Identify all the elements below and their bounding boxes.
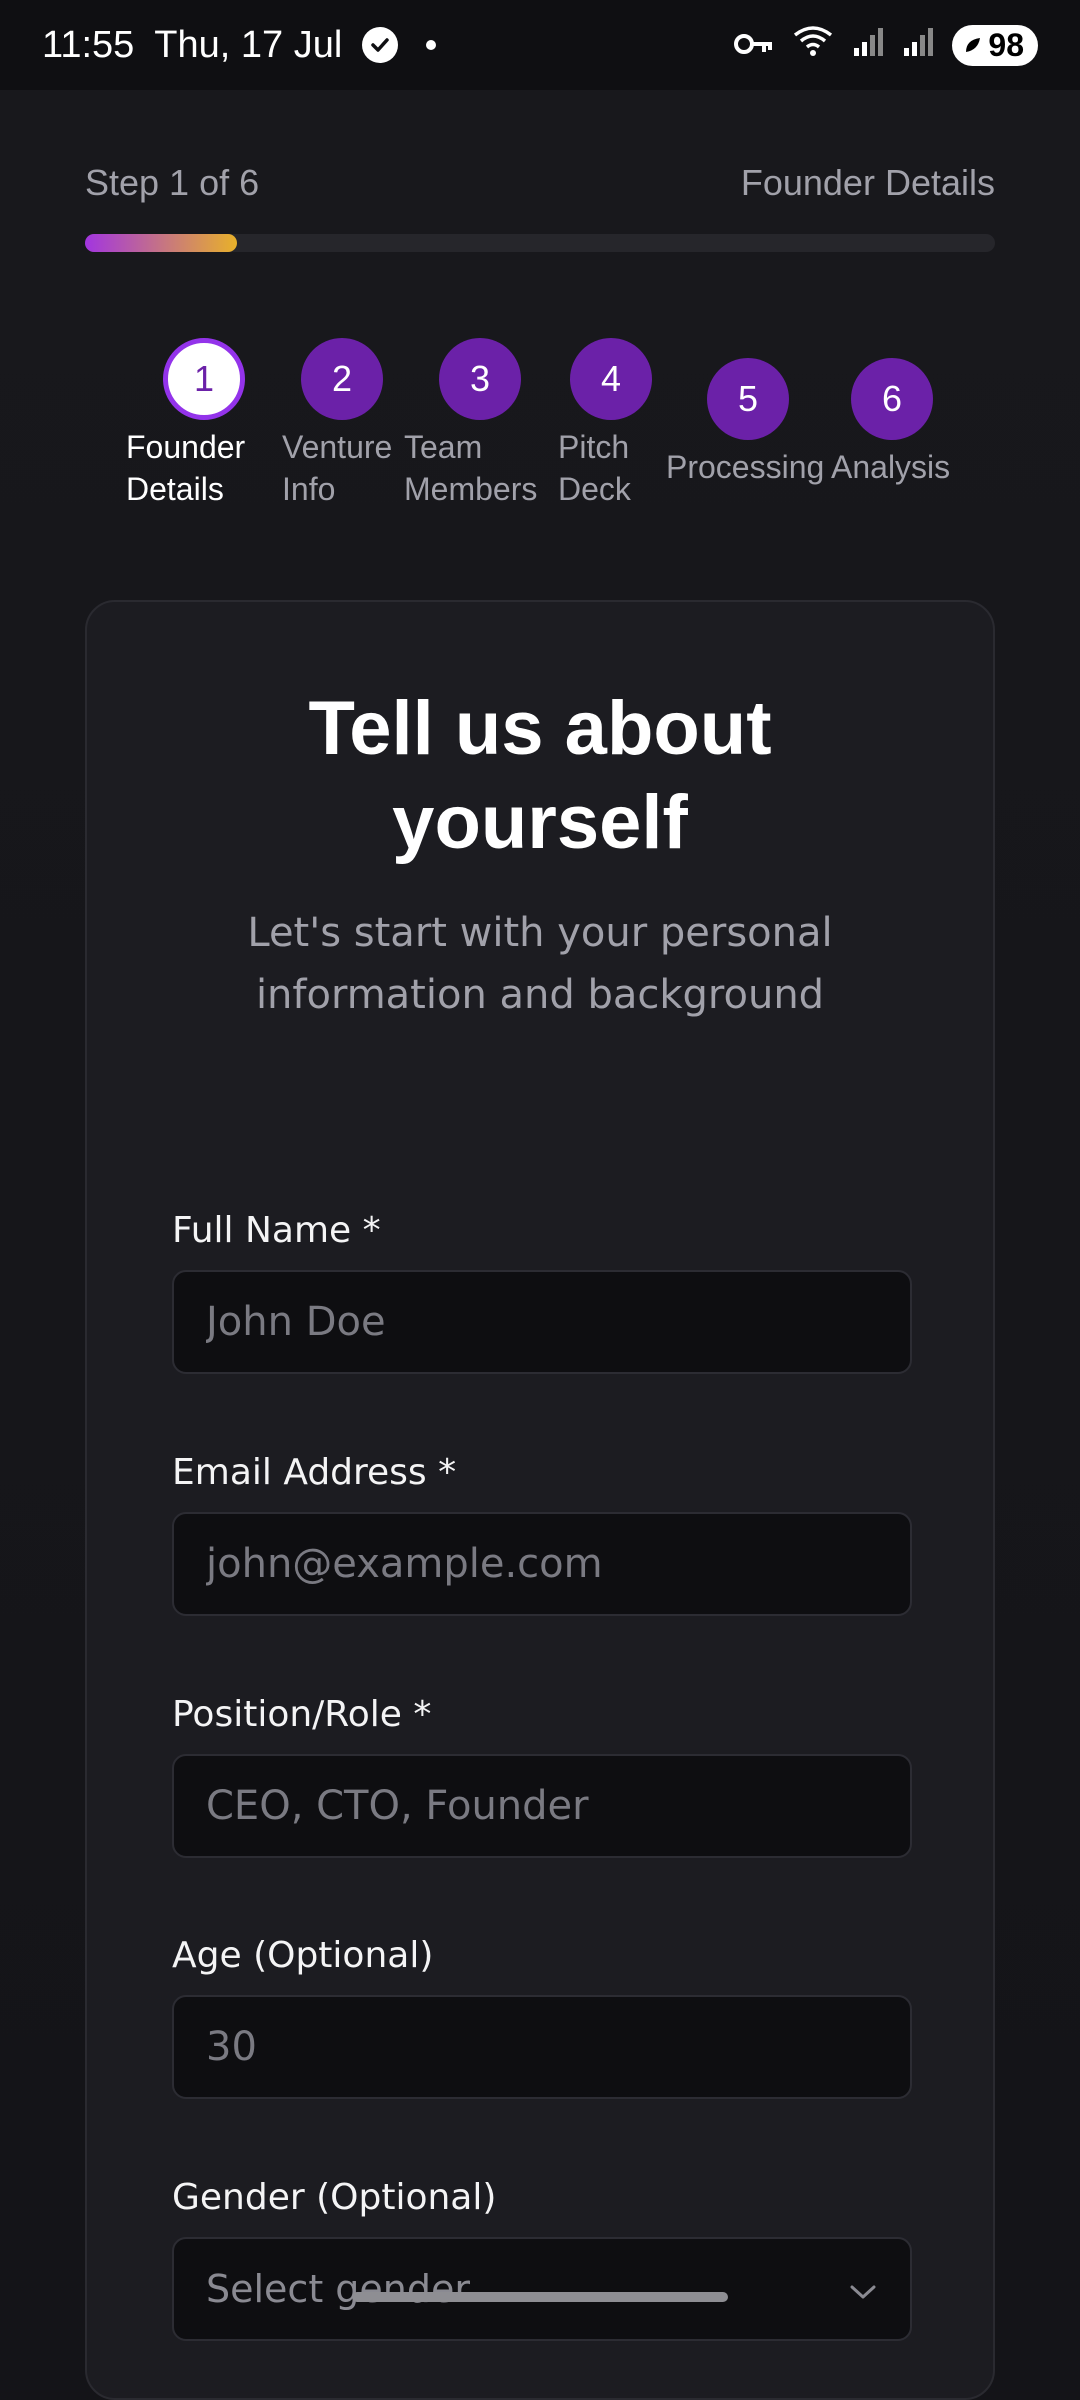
status-right: 98 [734, 23, 1038, 68]
signal-icon [852, 23, 884, 67]
wifi-icon [792, 23, 834, 68]
page-subtitle: Let's start with your personal informati… [247, 910, 833, 1018]
status-date: Thu, 17 Jul [154, 23, 343, 66]
gender-select[interactable]: Select gender [172, 2237, 912, 2341]
form-card: Tell us about yourself Let's start with … [85, 600, 995, 2400]
step-1-label: Founder Details [126, 429, 246, 507]
email-label: Email Address * [172, 1452, 457, 1493]
status-left: 11:55 Thu, 17 Jul [42, 23, 437, 67]
step-4-circle[interactable]: 4 [570, 338, 652, 420]
key-icon [734, 23, 774, 67]
step-5-label: Processing [666, 449, 825, 485]
chevron-down-icon [848, 2267, 878, 2311]
step-2-circle[interactable]: 2 [301, 338, 383, 420]
status-bar: 11:55 Thu, 17 Jul 98 [0, 0, 1080, 90]
page-title: Tell us about yourself [308, 686, 772, 865]
step-5-circle[interactable]: 5 [707, 358, 789, 440]
full-name-input[interactable] [172, 1270, 912, 1374]
battery-level: 98 [988, 26, 1024, 63]
gender-select-placeholder: Select gender [206, 2267, 471, 2311]
gender-label: Gender (Optional) [172, 2177, 497, 2218]
step-3-circle[interactable]: 3 [439, 338, 521, 420]
signal-icon-2 [902, 23, 934, 67]
position-label: Position/Role * [172, 1694, 432, 1735]
step-1-circle[interactable]: 1 [163, 338, 245, 420]
check-badge-icon [362, 27, 399, 63]
email-input[interactable] [172, 1512, 912, 1616]
step-6-circle[interactable]: 6 [851, 358, 933, 440]
age-input[interactable] [172, 1995, 912, 2099]
step-2-label: Venture Info [282, 429, 393, 507]
step-3-label: Team Members [404, 429, 538, 507]
full-name-label: Full Name * [172, 1210, 381, 1251]
stepper: 1 Founder Details 2 Venture Info 3 Team Membe… [0, 90, 1080, 530]
step-6-label: Analysis [831, 449, 951, 485]
home-indicator[interactable] [352, 2292, 728, 2302]
notification-dot-icon [426, 40, 437, 50]
age-label: Age (Optional) [172, 1935, 434, 1976]
status-time: 11:55 [42, 23, 135, 66]
battery-icon: 98 [952, 24, 1038, 66]
main-content: Step 1 of 6 Founder Details 1 Founder Det… [0, 90, 1080, 2400]
position-input[interactable] [172, 1754, 912, 1858]
